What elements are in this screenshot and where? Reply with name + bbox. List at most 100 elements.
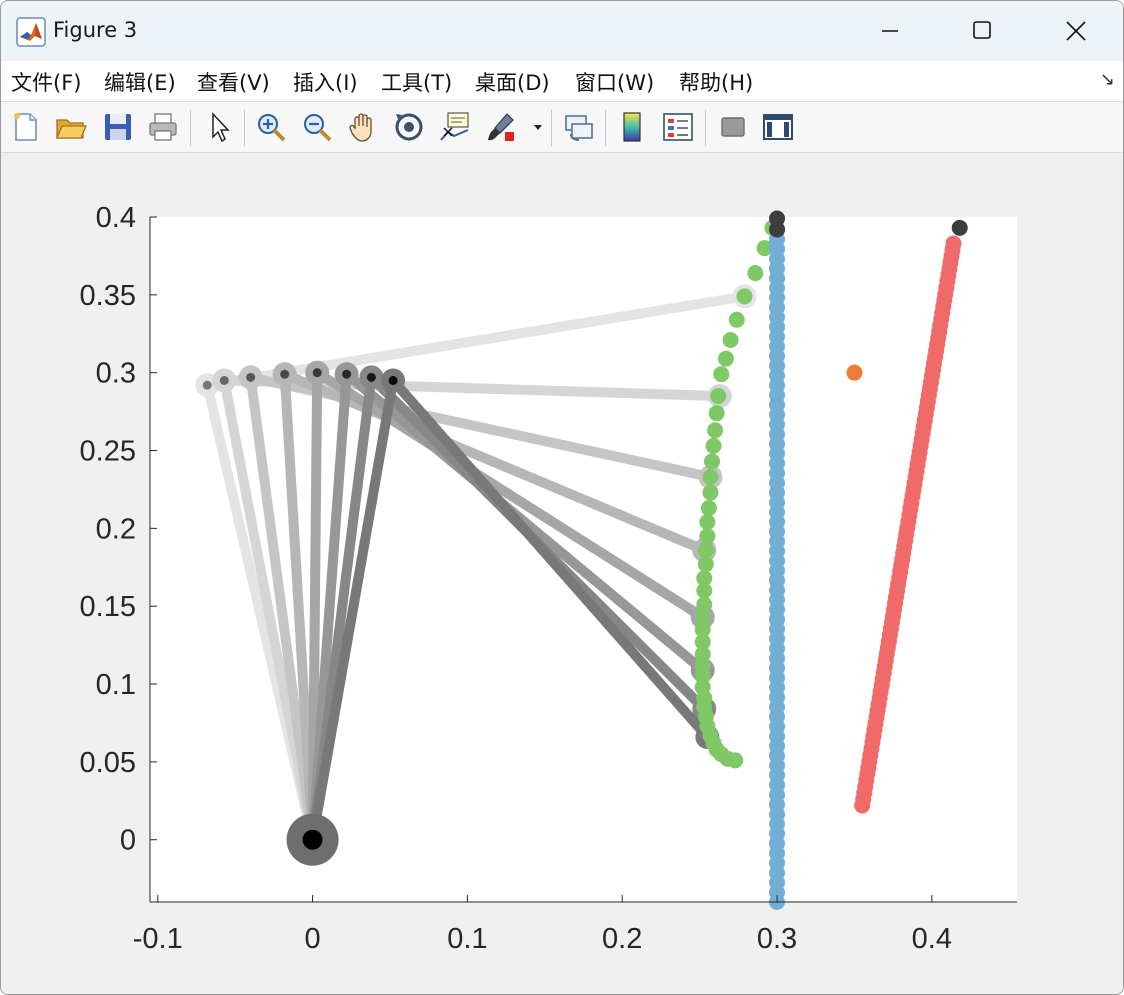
menu-insert[interactable]: 插入(I) (293, 67, 358, 97)
show-plot-tools-button[interactable] (761, 110, 795, 144)
colorbar-button[interactable] (616, 110, 650, 144)
legend-button[interactable] (661, 110, 695, 144)
hide-plot-tools-icon (721, 117, 745, 137)
zoom-out-button[interactable] (300, 110, 334, 144)
green-trajectory-point (702, 484, 719, 501)
new-figure-button[interactable] (9, 110, 43, 144)
green-trajectory-point (697, 556, 714, 573)
figure-canvas[interactable]: -0.1 0 0.1 0.2 0.3 0.4 0 0.05 0.1 0.15 0.2 0.25 0.3 0… (1, 153, 1123, 994)
maximize-button[interactable] (959, 11, 1005, 51)
menu-help[interactable]: 帮助(H) (679, 67, 753, 97)
show-plot-tools-icon (763, 114, 793, 140)
green-trajectory-point (728, 311, 745, 328)
dark-point (951, 219, 968, 236)
zoom-out-icon (304, 114, 332, 142)
green-trajectory-point (710, 388, 727, 405)
y-tick-label: 0.35 (80, 280, 136, 312)
zoom-in-icon (258, 114, 286, 142)
elbow-joint-center (388, 375, 398, 385)
green-trajectory-point (708, 405, 725, 422)
rotate-3d-button[interactable] (392, 110, 426, 144)
y-tick-label: 0.4 (96, 202, 136, 234)
y-tick-label: 0.25 (80, 436, 136, 468)
link-plot-button[interactable] (562, 110, 596, 144)
green-trajectory-point (700, 500, 717, 517)
menu-bar: 文件(F) 编辑(E) 查看(V) 插入(I) 工具(T) 桌面(D) 窗口(W… (1, 61, 1123, 102)
zoom-in-button[interactable] (254, 110, 288, 144)
dark-point (769, 221, 786, 238)
plot-svg: -0.1 0 0.1 0.2 0.3 0.4 0 0.05 0.1 0.15 0.2 0.25 0.3 0… (80, 202, 1017, 955)
base-joint-center (302, 829, 323, 850)
green-trajectory-point (705, 437, 722, 454)
chevron-down-icon (534, 125, 542, 130)
close-button[interactable] (1053, 11, 1099, 51)
title-bar[interactable]: Figure 3 (1, 1, 1123, 61)
series-group (846, 364, 863, 381)
minimize-button[interactable] (867, 11, 913, 51)
arrow-pointer-icon (212, 112, 230, 143)
dock-arrow-icon[interactable]: ↘ (1100, 69, 1115, 90)
hand-pan-icon (349, 113, 372, 142)
hide-plot-tools-button[interactable] (716, 110, 750, 144)
brush-button[interactable] (485, 110, 519, 144)
green-trajectory-point (722, 331, 739, 348)
elbow-joint-center (202, 380, 212, 390)
rotate-3d-icon (395, 113, 423, 141)
menu-tools[interactable]: 工具(T) (381, 67, 452, 97)
elbow-joint-center (280, 369, 290, 379)
printer-icon (149, 113, 177, 141)
print-button[interactable] (146, 110, 180, 144)
green-trajectory-point (704, 453, 721, 470)
x-tick-label: 0 (304, 923, 320, 955)
green-trajectory-point (747, 265, 764, 282)
menu-edit[interactable]: 编辑(E) (104, 67, 176, 97)
folder-open-icon (56, 119, 87, 139)
y-tick-label: 0.2 (96, 513, 136, 545)
toolbar-separator (244, 110, 245, 146)
elbow-joint-center (312, 368, 322, 378)
green-trajectory-point (727, 752, 744, 769)
figure-toolbar (1, 102, 1123, 153)
open-file-button[interactable] (54, 110, 88, 144)
maximize-icon (973, 21, 991, 39)
orange-point (846, 364, 863, 381)
green-trajectory-point (736, 288, 753, 305)
brush-dropdown-button[interactable] (531, 110, 545, 144)
menu-file[interactable]: 文件(F) (11, 67, 81, 97)
legend-icon (663, 113, 693, 141)
green-trajectory-point (697, 542, 714, 559)
green-trajectory-point (696, 582, 713, 599)
x-tick-label: -0.1 (133, 923, 183, 955)
pan-button[interactable] (346, 110, 380, 144)
data-cursor-button[interactable] (438, 110, 472, 144)
matlab-logo-icon (16, 17, 46, 47)
green-trajectory-point (699, 514, 716, 531)
menu-window[interactable]: 窗口(W) (575, 67, 654, 97)
x-tick-label: 0.4 (912, 923, 952, 955)
colorbar-icon (623, 112, 641, 142)
green-trajectory-point (699, 528, 716, 545)
green-trajectory-point (717, 350, 734, 367)
edit-plot-button[interactable] (203, 110, 237, 144)
x-tick-label: 0.2 (602, 923, 642, 955)
save-button[interactable] (101, 110, 135, 144)
series-group (769, 221, 786, 910)
elbow-joint-center (219, 375, 229, 385)
minimize-icon (882, 30, 898, 32)
red-trajectory-point (945, 235, 962, 252)
close-icon (1066, 21, 1086, 41)
green-trajectory-point (707, 422, 724, 439)
toolbar-separator (705, 110, 706, 146)
menu-view[interactable]: 查看(V) (197, 67, 270, 97)
y-tick-label: 0 (120, 825, 136, 857)
elbow-joint-center (246, 372, 256, 382)
y-tick-label: 0.1 (96, 669, 136, 701)
x-tick-label: 0.1 (447, 923, 487, 955)
brush-icon (488, 113, 514, 141)
menu-desktop[interactable]: 桌面(D) (475, 67, 550, 97)
new-document-icon (14, 113, 37, 141)
green-trajectory-point (702, 468, 719, 485)
base-joint (286, 813, 339, 866)
elbow-joint-center (342, 369, 352, 379)
y-tick-label: 0.15 (80, 591, 136, 623)
